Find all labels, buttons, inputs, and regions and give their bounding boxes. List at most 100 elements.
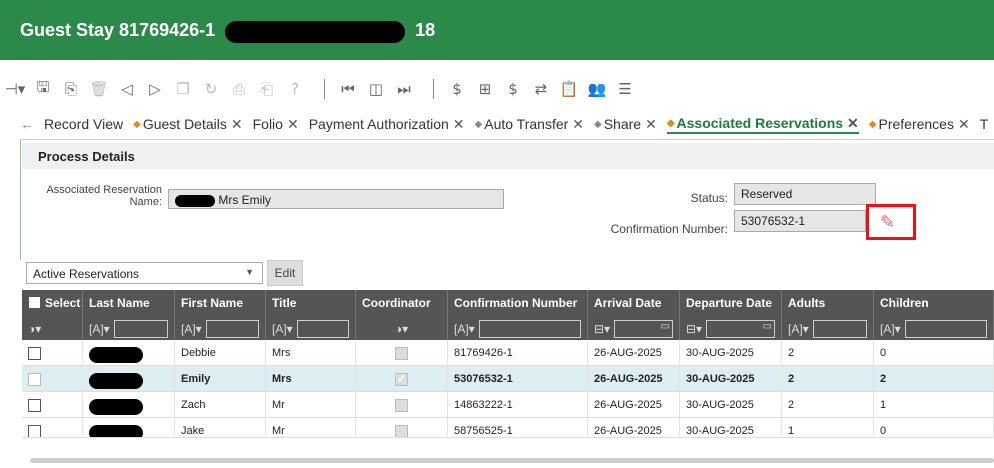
coordinator-checkbox[interactable]: ✓ <box>395 373 408 386</box>
filter-coordinator[interactable]: ◑▾ <box>356 316 448 340</box>
transfer-icon[interactable]: ⇄ <box>530 78 552 100</box>
clipboard-icon[interactable]: 📋 <box>558 78 580 100</box>
date-filter-icon[interactable]: ⊟▾ <box>686 322 702 336</box>
filter-input[interactable] <box>296 320 349 338</box>
back-icon[interactable]: ← <box>20 116 34 132</box>
next-icon[interactable]: ▷ <box>144 78 166 100</box>
close-icon[interactable]: ✕ <box>287 116 299 133</box>
filter-departure[interactable]: ⊟▾ ▭ <box>680 316 782 340</box>
print-icon[interactable]: ⎙ <box>228 78 250 100</box>
text-filter-icon[interactable]: [A]▾ <box>788 322 809 336</box>
new-icon[interactable]: ⎘ <box>60 78 82 100</box>
list-icon[interactable]: ☰ <box>614 78 636 100</box>
select-all-checkbox[interactable] <box>28 296 41 309</box>
tab-payment-authorization[interactable]: Payment Authorization ✕ <box>309 116 465 133</box>
save-icon[interactable]: 🖫 <box>32 78 54 100</box>
first-icon[interactable]: ⏮ <box>337 78 359 100</box>
toggle-icon[interactable]: ◑▾ <box>28 322 41 336</box>
filter-input[interactable] <box>205 320 259 338</box>
col-first-name[interactable]: First Name <box>175 290 266 316</box>
filter-select[interactable]: ◑▾ <box>22 316 83 340</box>
tab-associated-reservations[interactable]: ◆ Associated Reservations ✕ <box>666 115 859 134</box>
edit-button[interactable]: Edit <box>267 260 303 286</box>
filter-confirmation[interactable]: [A]▾ <box>448 316 588 340</box>
filter-arrival[interactable]: ⊟▾ ▭ <box>588 316 680 340</box>
filter-children[interactable]: [A]▾ <box>874 316 994 340</box>
filter-input[interactable] <box>478 320 581 338</box>
coordinator-checkbox[interactable] <box>395 347 408 360</box>
table-row[interactable]: Jake Mr 58756525-1 26-AUG-2025 30-AUG-20… <box>22 418 994 438</box>
post-icon[interactable]: ⊞ <box>474 78 496 100</box>
date-filter-icon[interactable]: ⊟▾ <box>594 322 610 336</box>
pencil-icon[interactable]: ✎ <box>880 212 895 233</box>
help-icon[interactable]: ? <box>284 78 306 100</box>
filter-first-name[interactable]: [A]▾ <box>175 316 266 340</box>
adults-cell: 2 <box>782 340 874 365</box>
table-row[interactable]: Emily Mrs ✓ 53076532-1 26-AUG-2025 30-AU… <box>22 366 994 392</box>
col-last-name[interactable]: Last Name <box>83 290 175 316</box>
confirmation-field[interactable]: 53076532-1 <box>734 210 866 232</box>
tab-preferences[interactable]: ◆ Preferences ✕ <box>869 116 970 133</box>
prev-icon[interactable]: ◁ <box>116 78 138 100</box>
col-departure-date[interactable]: Departure Date <box>680 290 782 316</box>
col-arrival-date[interactable]: Arrival Date <box>588 290 680 316</box>
table-row[interactable]: Debbie Mrs 81769426-1 26-AUG-2025 30-AUG… <box>22 340 994 366</box>
close-icon[interactable]: ✕ <box>453 116 465 133</box>
tab-folio[interactable]: Folio ✕ <box>253 116 299 133</box>
filter-input[interactable] <box>812 320 867 338</box>
tab-auto-transfer[interactable]: ◆ Auto Transfer ✕ <box>475 116 584 133</box>
tab-record-view[interactable]: Record View <box>44 116 123 132</box>
delete-icon[interactable]: 🗑 <box>88 78 110 100</box>
export-icon[interactable]: ⎗ <box>256 78 278 100</box>
col-select[interactable]: Select <box>22 290 83 316</box>
col-children[interactable]: Children <box>874 290 994 316</box>
text-filter-icon[interactable]: [A]▾ <box>454 322 475 336</box>
children-cell: 2 <box>874 366 994 391</box>
close-icon[interactable]: ✕ <box>231 116 243 133</box>
refresh-icon[interactable]: ↻ <box>200 78 222 100</box>
col-coordinator[interactable]: Coordinator <box>356 290 448 316</box>
text-filter-icon[interactable]: [A]▾ <box>272 322 293 336</box>
close-icon[interactable]: ✕ <box>645 116 657 133</box>
departure-cell: 30-AUG-2025 <box>680 340 782 365</box>
assoc-name-field[interactable]: Mrs Emily <box>168 189 504 209</box>
close-icon[interactable]: ✕ <box>572 116 584 133</box>
row-checkbox[interactable] <box>28 347 41 360</box>
text-filter-icon[interactable]: [A]▾ <box>89 322 110 336</box>
row-checkbox[interactable] <box>28 399 41 412</box>
filter-last-name[interactable]: [A]▾ <box>83 316 175 340</box>
tab-overflow[interactable]: T <box>980 116 989 132</box>
collapse-icon[interactable]: ⊣▾ <box>4 78 26 100</box>
text-filter-icon[interactable]: [A]▾ <box>181 322 202 336</box>
table-header: Select Last Name First Name Title Coordi… <box>22 290 994 316</box>
tab-share[interactable]: ◆ Share ✕ <box>594 116 657 133</box>
last-icon[interactable]: ⏭ <box>393 78 415 100</box>
col-confirmation-number[interactable]: Confirmation Number <box>448 290 588 316</box>
tab-guest-details[interactable]: ◆ Guest Details ✕ <box>133 116 242 133</box>
filter-title[interactable]: [A]▾ <box>266 316 356 340</box>
filter-input[interactable] <box>904 320 987 338</box>
calendar-icon[interactable]: ▭ <box>706 320 775 338</box>
dollar-icon[interactable]: $ <box>502 78 524 100</box>
horizontal-scrollbar[interactable] <box>30 458 994 463</box>
coordinator-checkbox[interactable] <box>395 399 408 412</box>
row-checkbox[interactable] <box>28 373 41 386</box>
col-adults[interactable]: Adults <box>782 290 874 316</box>
filter-input[interactable] <box>113 320 168 338</box>
table-row[interactable]: Zach Mr 14863222-1 26-AUG-2025 30-AUG-20… <box>22 392 994 418</box>
split-icon[interactable]: ◫ <box>365 78 387 100</box>
calendar-icon[interactable]: ▭ <box>614 320 673 338</box>
filter-adults[interactable]: [A]▾ <box>782 316 874 340</box>
toggle-icon[interactable]: ◑▾ <box>395 322 408 336</box>
coordinator-checkbox[interactable] <box>395 425 408 437</box>
row-checkbox[interactable] <box>28 425 41 437</box>
text-filter-icon[interactable]: [A]▾ <box>880 322 901 336</box>
profile-icon[interactable]: 👥 <box>586 78 608 100</box>
col-title[interactable]: Title <box>266 290 356 316</box>
close-icon[interactable]: ✕ <box>847 115 859 132</box>
deposit-icon[interactable]: $ <box>446 78 468 100</box>
reservation-filter-select[interactable]: Active Reservations ▼ <box>26 262 263 284</box>
status-field[interactable]: Reserved <box>734 183 876 205</box>
close-icon[interactable]: ✕ <box>958 116 970 133</box>
copy-icon[interactable]: ❐ <box>172 78 194 100</box>
